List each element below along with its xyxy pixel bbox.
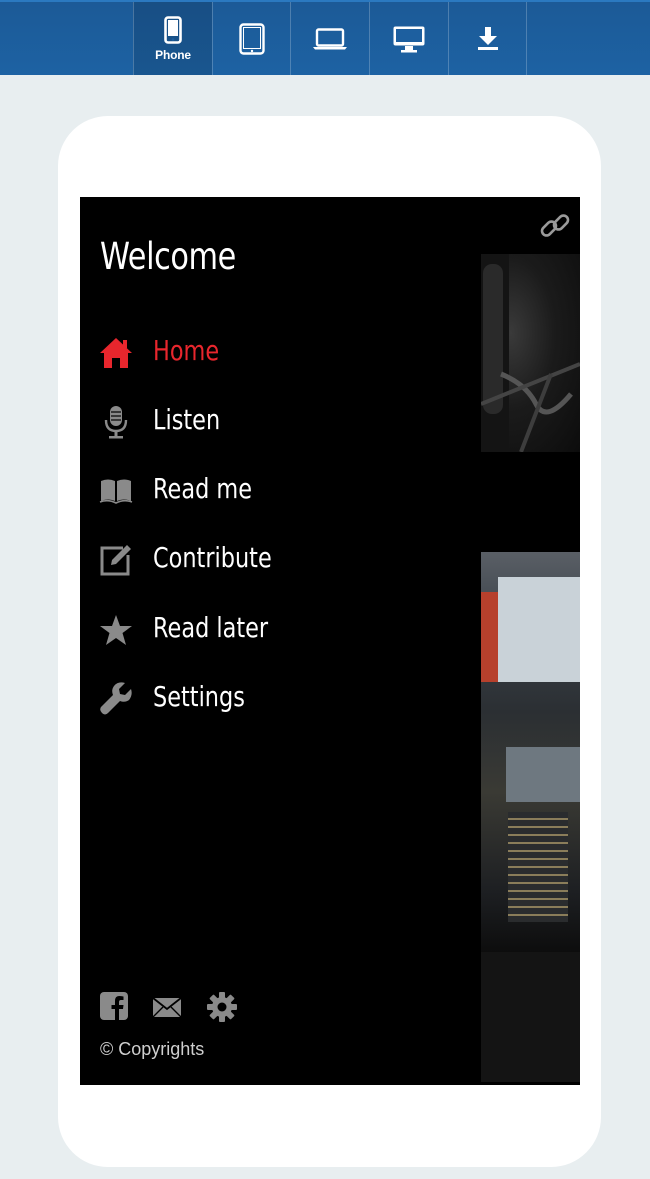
- microphone-icon: [98, 404, 134, 440]
- star-icon: [98, 612, 134, 648]
- menu-item-home[interactable]: Home: [98, 330, 458, 376]
- device-toolbar: Phone: [0, 0, 650, 75]
- wrench-icon: [98, 681, 134, 717]
- menu-item-contribute[interactable]: Contribute: [98, 537, 458, 583]
- mail-icon[interactable]: [152, 991, 182, 1023]
- menu-label-contribute: Contribute: [153, 541, 272, 574]
- menu-label-settings: Settings: [153, 680, 245, 713]
- gear-icon[interactable]: [206, 991, 238, 1023]
- article-image-city[interactable]: [481, 552, 580, 952]
- copyright-text: © Copyrights: [100, 1039, 205, 1059]
- content-bottom-panel: [481, 952, 580, 1082]
- menu-label-read-me: Read me: [153, 472, 253, 505]
- desktop-icon: [393, 26, 425, 52]
- menu-item-read-later[interactable]: Read later: [98, 607, 458, 653]
- menu-label-read-later: Read later: [153, 611, 269, 644]
- tablet-icon: [239, 22, 265, 55]
- laptop-view-button[interactable]: [290, 2, 369, 75]
- phone-view-button[interactable]: Phone: [133, 2, 212, 75]
- menu-item-settings[interactable]: Settings: [98, 676, 458, 722]
- desktop-view-button[interactable]: [369, 2, 448, 75]
- menu-label-listen: Listen: [153, 403, 221, 436]
- home-icon: [98, 335, 134, 371]
- link-icon[interactable]: [538, 209, 572, 243]
- footer-icons: [99, 991, 299, 1023]
- edit-icon: [98, 542, 134, 578]
- phone-screen: Welcome Home Listen Read me Contribute R…: [80, 197, 580, 1085]
- download-icon: [477, 26, 498, 50]
- facebook-icon[interactable]: [99, 991, 131, 1023]
- book-icon: [98, 473, 134, 509]
- download-button[interactable]: [448, 2, 527, 75]
- menu-item-read-me[interactable]: Read me: [98, 468, 458, 514]
- phone-view-label: Phone: [155, 47, 191, 62]
- article-image-microphone[interactable]: [481, 254, 580, 452]
- menu-label-home: Home: [153, 334, 220, 367]
- tablet-view-button[interactable]: [212, 2, 291, 75]
- laptop-icon: [313, 27, 347, 49]
- menu-item-listen[interactable]: Listen: [98, 399, 458, 445]
- navigation-drawer: Welcome Home Listen Read me Contribute R…: [80, 197, 481, 1085]
- drawer-title: Welcome: [100, 235, 236, 278]
- phone-icon: [164, 15, 182, 44]
